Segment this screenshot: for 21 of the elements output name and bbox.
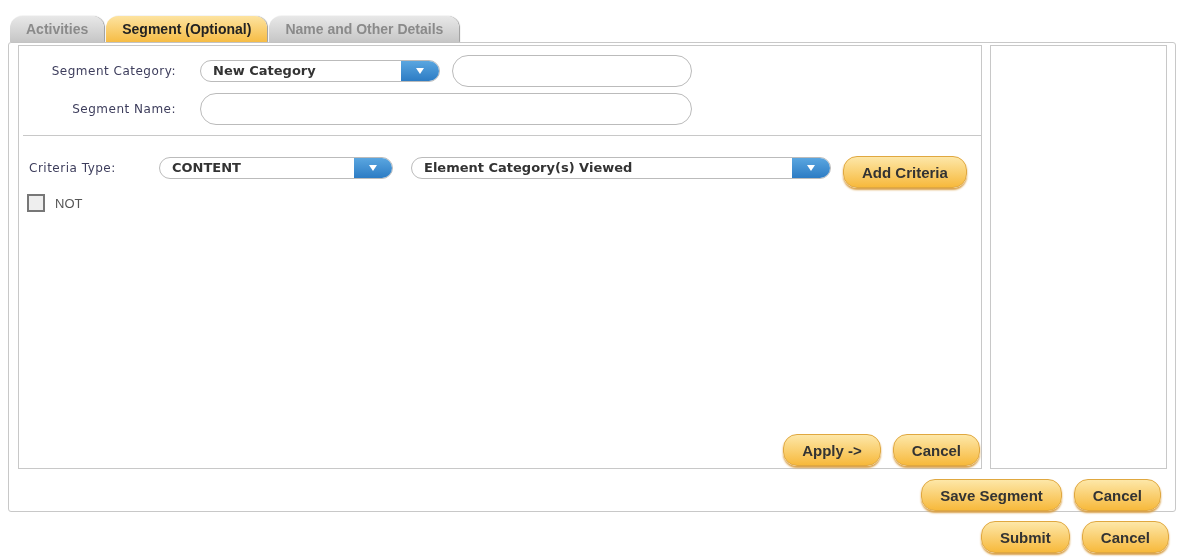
- dropdown[interactable]: CONTENT: [159, 157, 393, 179]
- add-criteria-button[interactable]: Add Criteria: [843, 156, 967, 188]
- field-label: Segment Category:: [50, 64, 177, 78]
- dropdown[interactable]: New Category: [200, 60, 440, 82]
- tab[interactable]: Segment (Optional): [106, 16, 268, 42]
- checkbox[interactable]: [27, 194, 45, 212]
- cancel-button[interactable]: Cancel: [1081, 521, 1169, 553]
- cancel-button[interactable]: Cancel: [1073, 479, 1161, 511]
- dropdown[interactable]: Element Category(s) Viewed: [411, 157, 831, 179]
- field-label: Segment Name:: [71, 102, 177, 116]
- dropdown-caret-icon[interactable]: [401, 61, 439, 81]
- submit-button[interactable]: Submit: [980, 521, 1070, 553]
- input-field[interactable]: [452, 55, 692, 87]
- dropdown-caret-icon[interactable]: [792, 158, 830, 178]
- dropdown-caret-icon[interactable]: [354, 158, 392, 178]
- input-field[interactable]: [200, 93, 692, 125]
- field-label: Criteria Type:: [29, 161, 117, 175]
- apply-button[interactable]: Apply ->: [783, 434, 881, 466]
- save-segment-button[interactable]: Save Segment: [921, 479, 1062, 511]
- checkbox-label: NOT: [55, 195, 83, 211]
- cancel-button[interactable]: Cancel: [892, 434, 980, 466]
